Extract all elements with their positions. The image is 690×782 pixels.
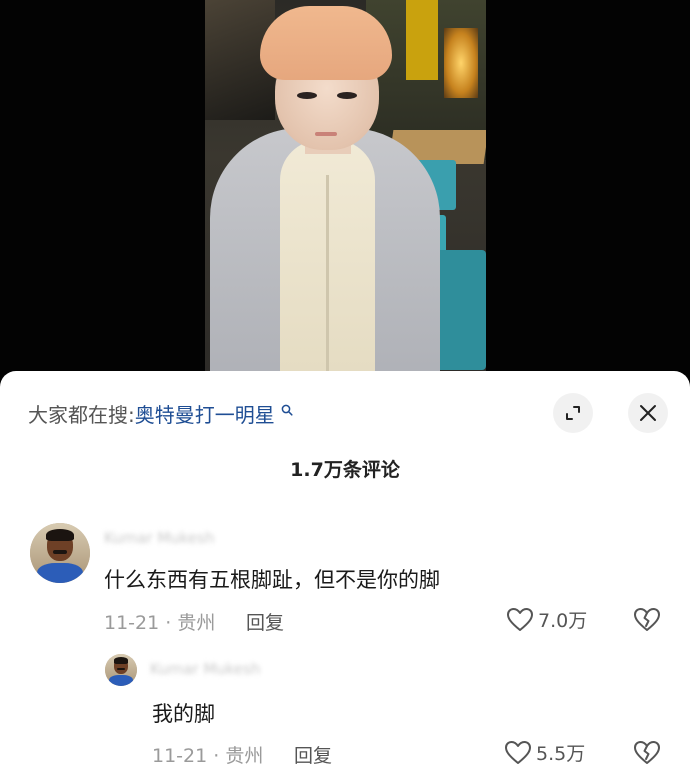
video-background [0, 0, 690, 390]
avatar[interactable] [105, 654, 137, 686]
hot-search-prefix: 大家都在搜: [28, 403, 135, 427]
broken-heart-icon [634, 608, 660, 631]
like-button[interactable]: 7.0万 [506, 606, 587, 633]
hot-search-bar[interactable]: 大家都在搜:奥特曼打一明星 [28, 399, 293, 428]
close-icon [640, 405, 656, 421]
expand-button[interactable] [553, 393, 593, 433]
comment-username[interactable]: Kumar Mukesh [104, 529, 215, 547]
eye [297, 92, 317, 99]
like-button[interactable]: 5.5万 [504, 739, 585, 766]
reply-meta: 11-21 · 贵州 [152, 745, 264, 767]
video-frame[interactable] [205, 0, 486, 390]
reply-text[interactable]: 我的脚 [152, 698, 215, 728]
search-icon[interactable] [277, 404, 293, 420]
zipper [326, 175, 329, 390]
eye [337, 92, 357, 99]
like-count: 7.0万 [538, 610, 588, 632]
like-count: 5.5万 [536, 743, 586, 765]
hair [260, 6, 392, 80]
comment-count: 1.7万条评论 [290, 459, 400, 481]
hot-search-query[interactable]: 奥特曼打一明星 [135, 403, 275, 427]
comment-sheet: 大家都在搜:奥特曼打一明星 1.7万条评论 Kumar Mukesh 什么东西有… [0, 371, 690, 782]
video-person [205, 0, 486, 390]
broken-heart-icon [634, 741, 660, 764]
expand-icon [566, 406, 580, 420]
reply-button[interactable]: 回复 [294, 741, 332, 768]
mouth [315, 132, 337, 136]
reply-username[interactable]: Kumar Mukesh [150, 660, 261, 678]
dislike-button[interactable] [633, 607, 661, 637]
avatar[interactable] [30, 523, 90, 583]
dislike-button[interactable] [633, 740, 661, 770]
heart-icon [505, 740, 531, 764]
heart-icon [507, 607, 533, 631]
comment-meta: 11-21 · 贵州 [104, 612, 216, 634]
reply-button[interactable]: 回复 [246, 608, 284, 635]
comment-text[interactable]: 什么东西有五根脚趾，但不是你的脚 [104, 564, 440, 594]
close-button[interactable] [628, 393, 668, 433]
